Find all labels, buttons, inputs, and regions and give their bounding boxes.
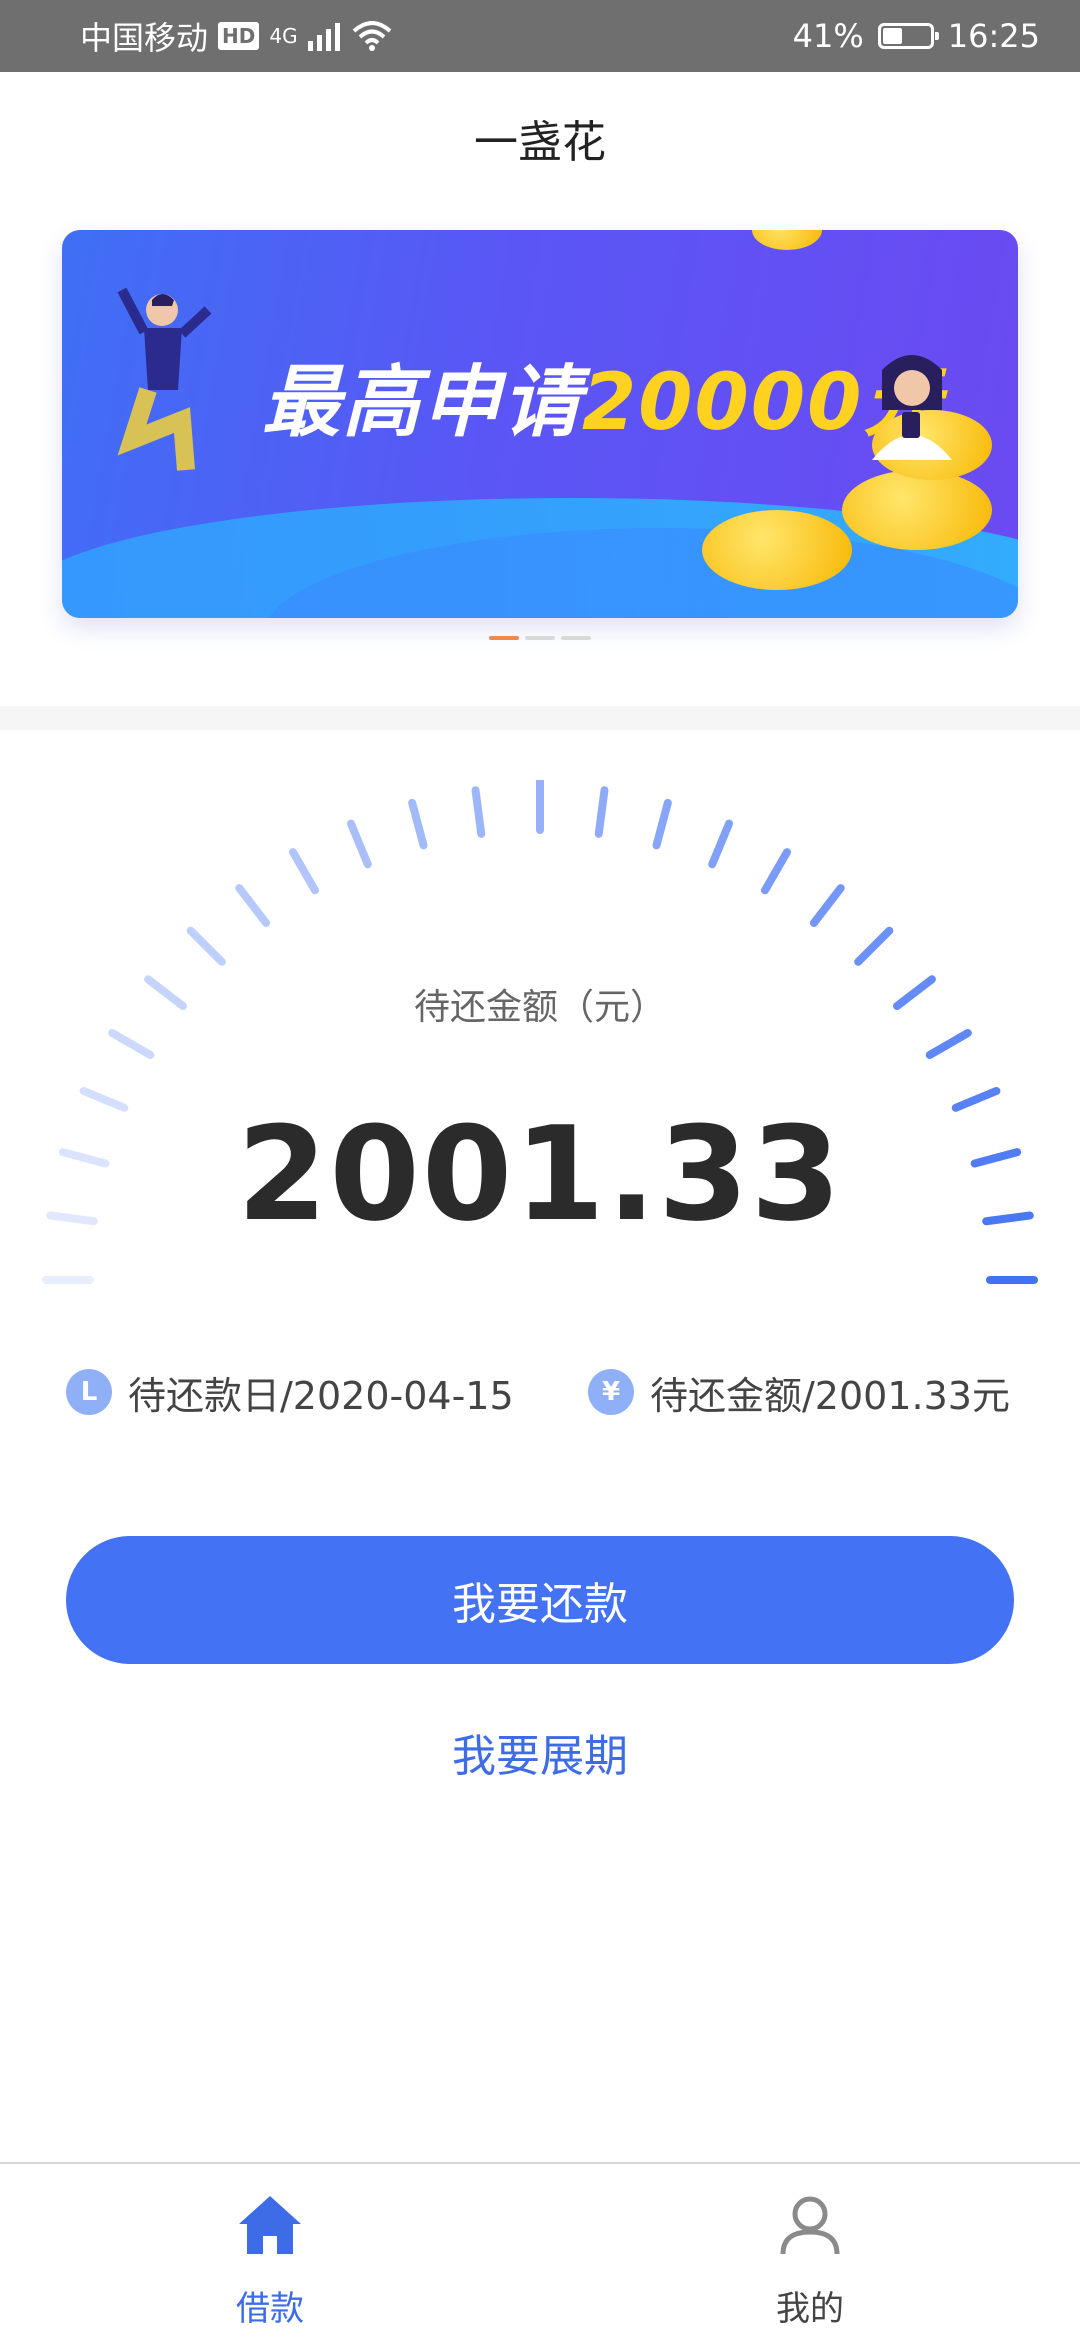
repay-button[interactable]: 我要还款	[66, 1536, 1014, 1664]
banner-text-prefix: 最高申请	[262, 358, 583, 448]
gauge-tick	[346, 819, 372, 869]
gauge-tick	[925, 1029, 972, 1059]
carousel-dot[interactable]	[561, 636, 591, 640]
wifi-icon	[352, 21, 391, 51]
tab-mine[interactable]: 我的	[710, 2190, 910, 2330]
home-icon	[239, 2196, 301, 2254]
tab-borrow[interactable]: 借款	[170, 2190, 370, 2330]
user-icon	[780, 2196, 840, 2255]
bottom-tab-bar: 借款 我的	[0, 2162, 1080, 2342]
signal-icon	[307, 23, 340, 51]
coin-icon	[842, 470, 992, 550]
gauge-tick	[235, 884, 271, 927]
gauge-tick	[471, 786, 486, 838]
page-title: 一盏花	[474, 117, 606, 168]
network-label: 4G	[269, 24, 298, 48]
battery-fill	[882, 28, 902, 44]
gauge-tick	[708, 819, 734, 869]
banner-person-illustration	[117, 287, 212, 471]
gauge-tick	[289, 848, 319, 895]
carousel-indicator	[0, 636, 1080, 640]
banner-headline: 最高申请20000元	[262, 340, 943, 452]
gauge-tick	[186, 926, 226, 966]
banner-person-illustration	[872, 355, 952, 460]
coin-icon	[702, 510, 852, 590]
gauge-tick	[594, 786, 609, 838]
yen-icon: ¥	[588, 1369, 634, 1415]
amount-info: ¥ 待还金额/2001.33元	[588, 1362, 1010, 1422]
carrier-label: 中国移动	[80, 19, 209, 57]
status-bar: 中国移动 HD 4G 41% 16:25	[0, 0, 1080, 72]
carousel-dot[interactable]	[525, 636, 555, 640]
gauge-label: 待还金额（元）	[413, 987, 666, 1028]
gauge-amount: 2001.33	[236, 1098, 844, 1250]
gauge-tick	[854, 926, 894, 966]
clock: 16:25	[947, 17, 1040, 55]
extend-link[interactable]: 我要展期	[0, 1720, 1080, 1784]
promo-banner[interactable]: 最高申请20000元	[62, 230, 1018, 618]
carousel-dot[interactable]	[489, 636, 519, 640]
gauge-tick	[408, 798, 428, 850]
tab-label: 借款	[236, 2289, 304, 2329]
gauge-tick	[108, 1029, 155, 1059]
amount-text: 待还金额/2001.33元	[650, 1373, 1010, 1418]
status-right: 41% 16:25	[793, 17, 1040, 55]
coin-icon	[752, 230, 822, 250]
tab-label: 我的	[776, 2289, 844, 2329]
battery-percent: 41%	[792, 17, 864, 55]
battery-icon	[877, 23, 939, 49]
gauge-tick	[761, 848, 791, 895]
section-divider	[0, 706, 1080, 730]
clock-icon: L	[66, 1369, 112, 1415]
gauge-tick	[652, 798, 672, 850]
status-left: 中国移动 HD 4G	[80, 13, 392, 59]
due-date-text: 待还款日/2020-04-15	[128, 1373, 514, 1418]
hd-badge: HD	[218, 22, 260, 50]
gauge-tick	[809, 884, 845, 927]
due-date-info: L 待还款日/2020-04-15	[66, 1362, 514, 1422]
